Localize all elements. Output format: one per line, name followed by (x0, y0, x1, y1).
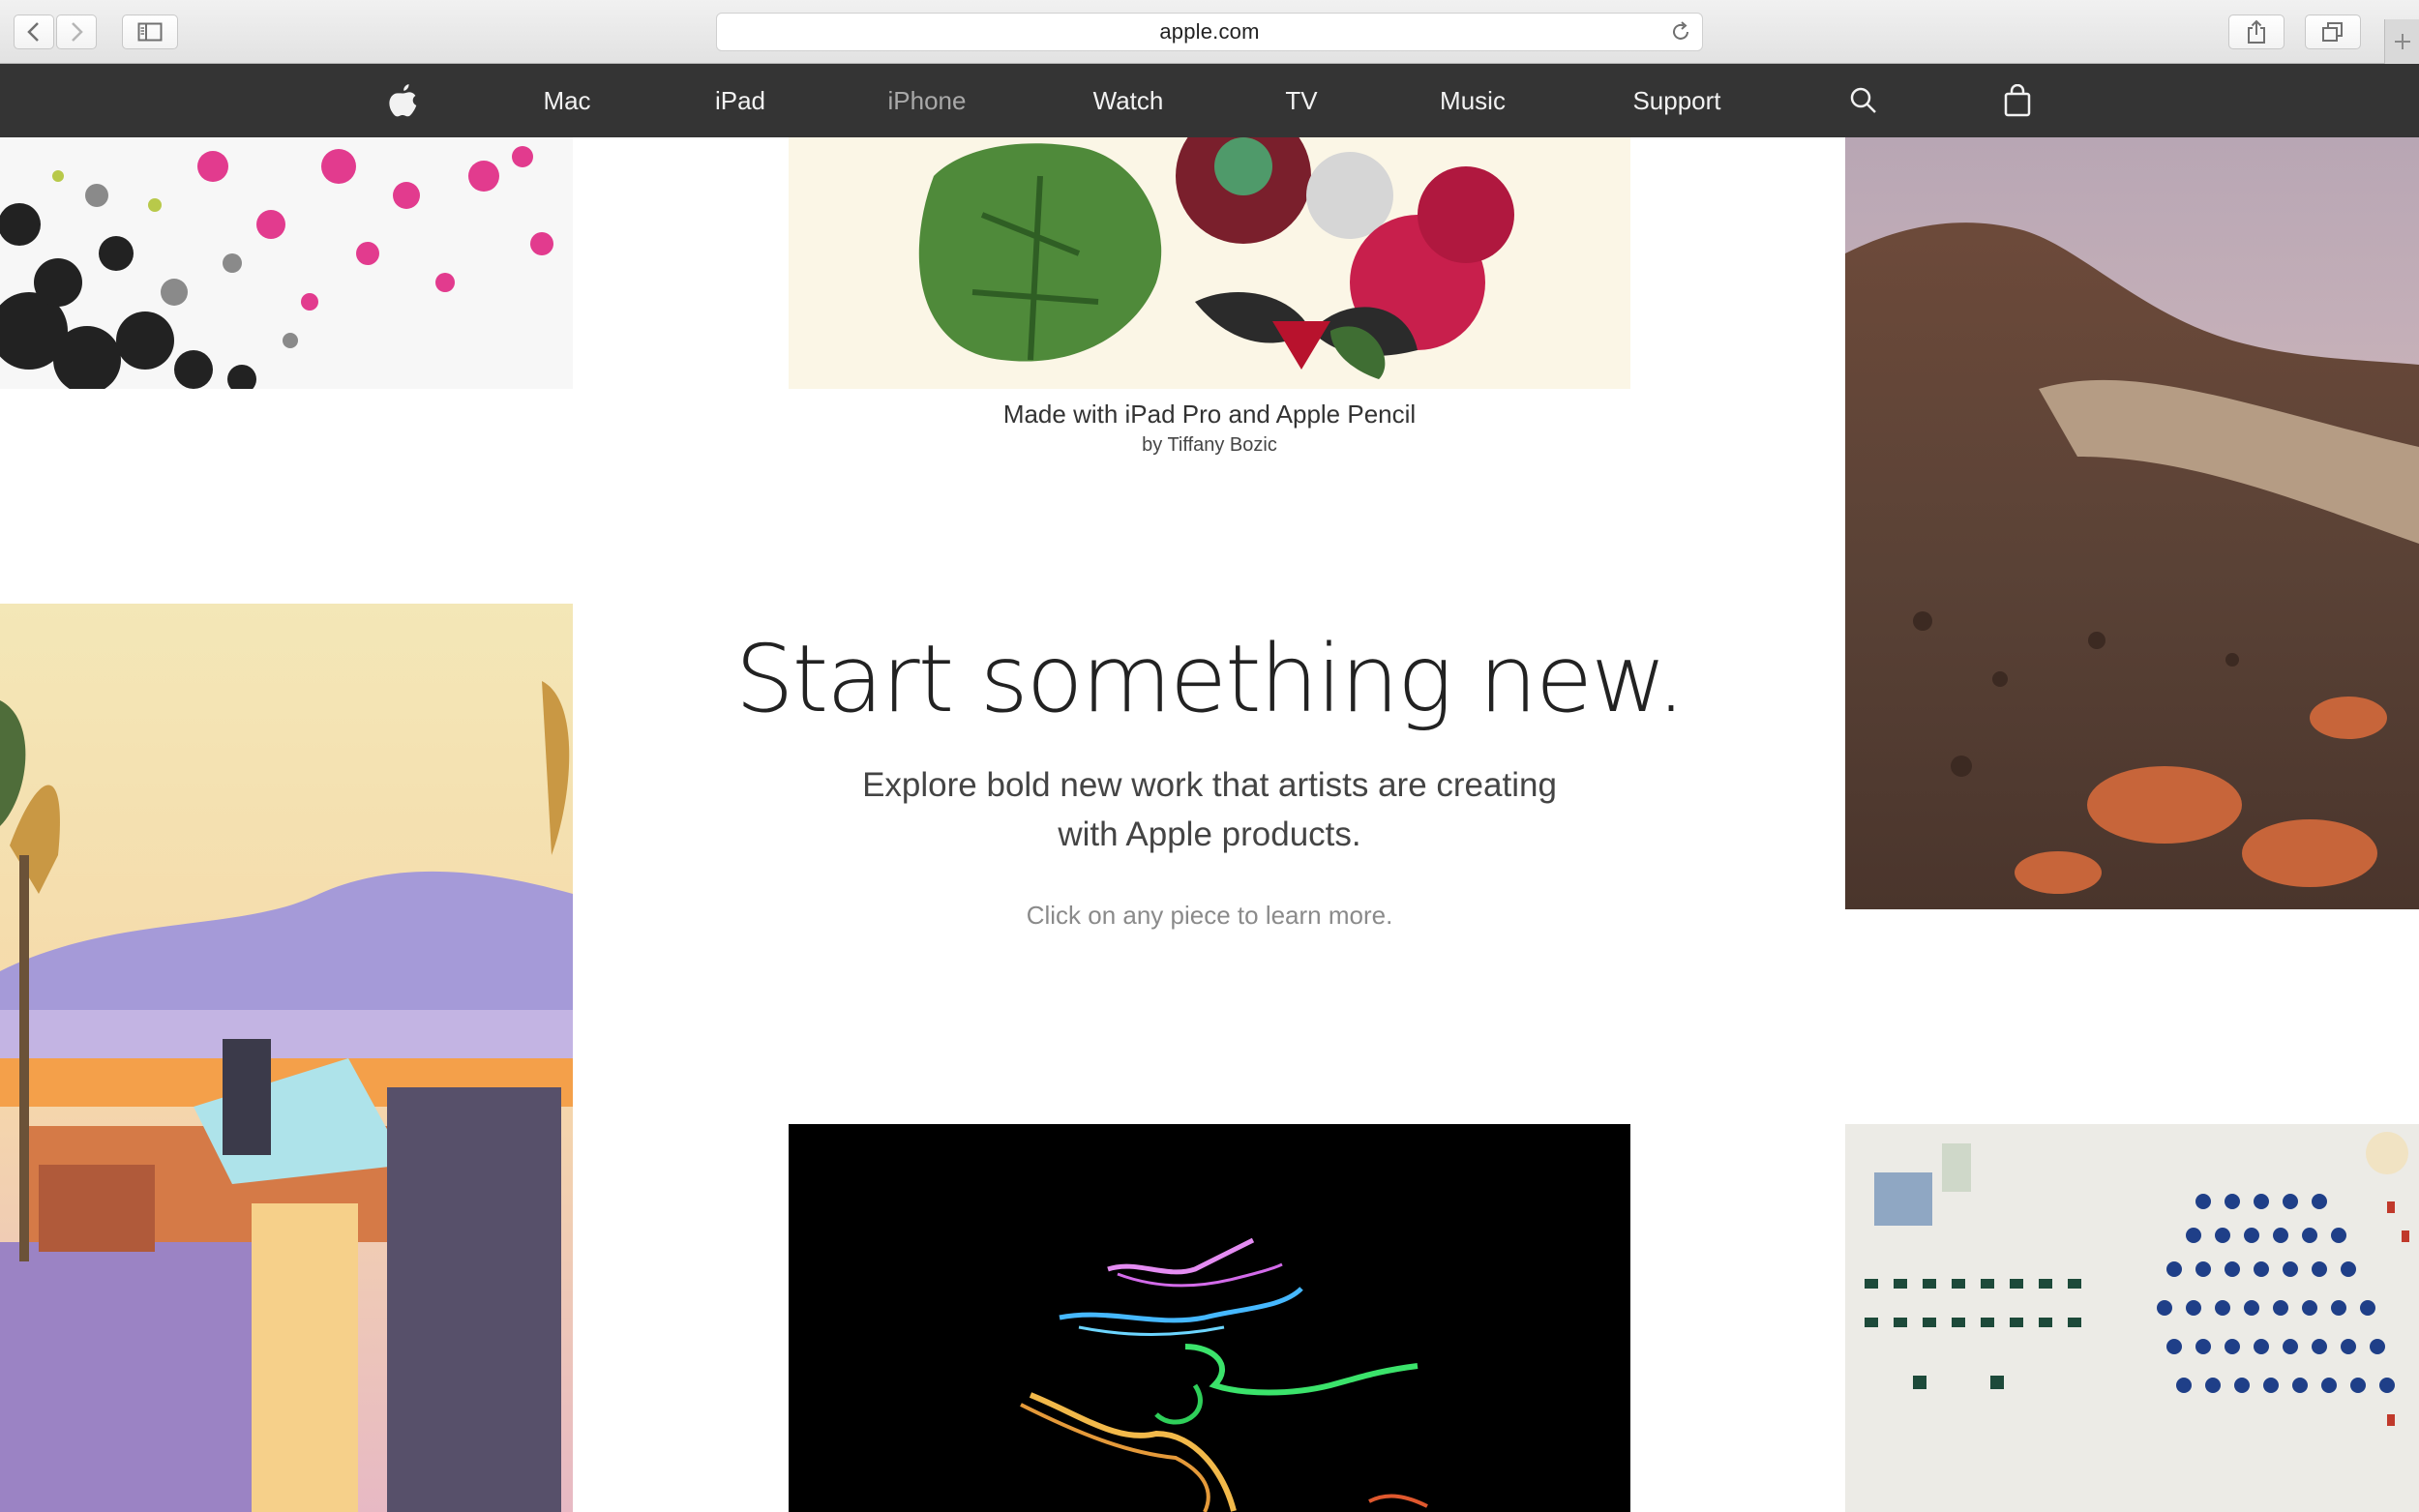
artwork-aerial-beach[interactable] (1845, 1124, 2419, 1512)
artwork-caption-byline: by Tiffany Bozic (1142, 434, 1277, 456)
artwork-painted-landscape[interactable] (0, 604, 573, 1512)
new-tab-button[interactable] (2384, 19, 2419, 64)
apple-logo-link[interactable] (389, 64, 418, 137)
artwork-desert-hill[interactable] (1845, 137, 2419, 909)
hero-hint: Click on any piece to learn more. (1026, 901, 1393, 930)
chevron-left-icon (27, 22, 39, 42)
shopping-bag-icon (2004, 84, 2031, 117)
apple-global-nav: Mac iPad iPhone Watch TV Music Support (0, 64, 2419, 137)
bag-button[interactable] (2004, 64, 2031, 137)
forward-button[interactable] (56, 15, 97, 49)
address-bar[interactable]: apple.com (716, 13, 1703, 51)
nav-item-mac[interactable]: Mac (543, 64, 590, 137)
hero-headline: Start something new. (734, 625, 1687, 733)
search-button[interactable] (1849, 64, 1878, 137)
artwork-neon-drawing[interactable] (789, 1124, 1630, 1512)
artwork-splatter[interactable] (0, 137, 573, 389)
chevron-right-icon (72, 22, 83, 42)
nav-item-tv[interactable]: TV (1285, 64, 1317, 137)
share-button[interactable] (2228, 15, 2285, 49)
reload-icon[interactable] (1669, 20, 1692, 48)
plus-icon (2394, 34, 2410, 49)
nav-item-ipad[interactable]: iPad (715, 64, 765, 137)
artwork-botanical[interactable] (789, 137, 1630, 389)
tabs-button[interactable] (2305, 15, 2361, 49)
search-icon (1850, 87, 1876, 113)
browser-toolbar: apple.com (0, 0, 2419, 64)
address-url: apple.com (1159, 19, 1260, 44)
hero-subline: Explore bold new work that artists are c… (862, 766, 1557, 853)
apple-logo-icon (389, 84, 417, 117)
tabs-icon (2322, 22, 2343, 42)
nav-item-iphone[interactable]: iPhone (888, 64, 967, 137)
sidebar-button[interactable] (122, 15, 178, 49)
nav-item-watch[interactable]: Watch (1093, 64, 1164, 137)
nav-item-music[interactable]: Music (1440, 64, 1506, 137)
share-icon (2248, 19, 2265, 44)
artwork-caption-title[interactable]: Made with iPad Pro and Apple Pencil (789, 400, 1630, 430)
back-button[interactable] (14, 15, 54, 49)
nav-item-support[interactable]: Support (1632, 64, 1720, 137)
sidebar-icon (137, 22, 163, 42)
